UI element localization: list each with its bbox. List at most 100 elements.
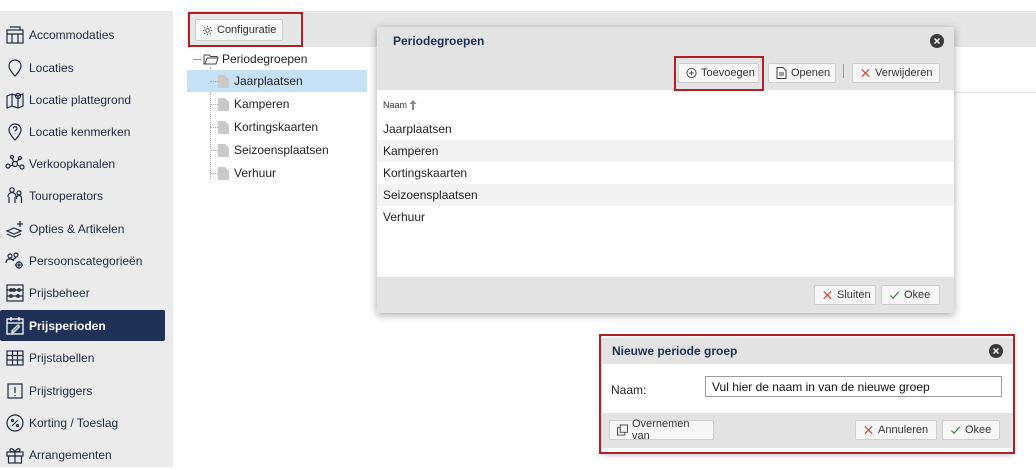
table-icon xyxy=(4,347,26,369)
tree-root[interactable]: Periodegroepen xyxy=(193,51,307,67)
tree-item-label: Jaarplaatsen xyxy=(234,74,303,88)
sidebar: Accommodaties Locaties Locatie plattegro… xyxy=(0,11,173,467)
table-row[interactable]: Kamperen xyxy=(377,140,954,162)
sidebar-item-verkoopkanalen[interactable]: Verkoopkanalen xyxy=(0,148,165,179)
sidebar-item-label: Arrangementen xyxy=(29,447,112,462)
percent-badge-icon xyxy=(4,412,26,434)
folder-open-icon xyxy=(203,52,222,66)
close-icon[interactable] xyxy=(930,34,944,48)
periodegroepen-dialog: Periodegroepen Toevoegen Openen Verwijde… xyxy=(377,27,954,313)
sidebar-item-label: Accommodaties xyxy=(29,27,115,42)
sidebar-item-prijstabellen[interactable]: Prijstabellen xyxy=(0,342,165,373)
toolbar-separator xyxy=(843,64,844,78)
tree-connector xyxy=(193,58,201,60)
location-question-icon xyxy=(4,121,26,143)
cell-naam: Seizoensplaatsen xyxy=(383,188,478,202)
column-header-naam[interactable]: Naam xyxy=(383,100,417,110)
cell-naam: Kamperen xyxy=(383,144,439,158)
sidebar-item-label: Locatie plattegrond xyxy=(29,92,132,107)
verwijderen-button[interactable]: Verwijderen xyxy=(852,63,940,83)
sidebar-item-label: Prijstabellen xyxy=(29,350,95,365)
location-pin-icon xyxy=(4,57,26,79)
sidebar-item-opties-artikelen[interactable]: Opties & Artikelen xyxy=(0,213,165,244)
cell-naam: Verhuur xyxy=(383,210,426,224)
verwijderen-label: Verwijderen xyxy=(875,67,933,79)
copy-icon xyxy=(617,424,632,436)
sidebar-item-korting-toeslag[interactable]: Korting / Toeslag xyxy=(0,407,165,438)
document-icon xyxy=(218,166,234,180)
dialog-header: Periodegroepen xyxy=(377,27,954,55)
sidebar-item-label: Korting / Toeslag xyxy=(29,415,119,430)
document-icon xyxy=(776,67,791,79)
table-row[interactable]: Seizoensplaatsen xyxy=(377,184,954,206)
sidebar-item-locatie-plattegrond[interactable]: Locatie plattegrond xyxy=(0,84,165,115)
sidebar-item-touroperators[interactable]: Touroperators xyxy=(0,180,165,211)
sidebar-item-label: Persoonscategorieën xyxy=(29,253,143,268)
okee-button[interactable]: Okee xyxy=(942,420,1000,440)
sidebar-item-locatie-kenmerken[interactable]: Locatie kenmerken xyxy=(0,116,165,147)
sluiten-label: Sluiten xyxy=(837,289,871,301)
dialog-title: Nieuwe periode groep xyxy=(612,344,738,358)
sidebar-item-prijsperioden[interactable]: Prijsperioden xyxy=(0,310,165,341)
cell-naam: Jaarplaatsen xyxy=(383,122,452,136)
sidebar-item-label: Prijstriggers xyxy=(29,383,93,398)
okee-label: Okee xyxy=(965,424,992,436)
sluiten-button[interactable]: Sluiten xyxy=(814,285,876,305)
calendar-edit-icon xyxy=(4,315,26,337)
sidebar-item-persoonscategorieen[interactable]: Persoonscategorieën xyxy=(0,245,165,276)
people-gear-icon xyxy=(4,250,26,272)
document-icon xyxy=(218,143,234,157)
dialog-header: Nieuwe periode groep xyxy=(602,338,1013,364)
close-icon[interactable] xyxy=(989,344,1003,358)
tree-item[interactable]: Seizoensplaatsen xyxy=(187,139,367,161)
building-icon xyxy=(4,24,26,46)
sidebar-item-accommodaties[interactable]: Accommodaties xyxy=(0,19,165,50)
stack-plus-icon xyxy=(4,218,26,240)
sidebar-item-prijsbeheer[interactable]: Prijsbeheer xyxy=(0,277,165,308)
x-icon xyxy=(863,424,878,436)
tree-item-label: Seizoensplaatsen xyxy=(234,143,329,157)
gift-icon xyxy=(4,444,26,466)
sidebar-item-label: Opties & Artikelen xyxy=(29,221,125,236)
plus-circle-icon xyxy=(686,67,701,79)
tree-item[interactable]: Kortingskaarten xyxy=(187,116,367,138)
sidebar-item-prijstriggers[interactable]: Prijstriggers xyxy=(0,375,165,406)
sidebar-item-label: Locatie kenmerken xyxy=(29,124,131,139)
document-icon xyxy=(218,74,234,88)
dialog-title: Periodegroepen xyxy=(393,34,485,48)
overnemen-van-button[interactable]: Overnemen van xyxy=(609,418,714,442)
table-row[interactable]: Verhuur xyxy=(377,206,954,228)
network-icon xyxy=(4,153,26,175)
tree-item[interactable]: Jaarplaatsen xyxy=(187,70,367,92)
tree-item-label: Kortingskaarten xyxy=(234,120,319,134)
check-icon xyxy=(889,289,904,301)
naam-input[interactable] xyxy=(705,376,1002,397)
column-header-label: Naam xyxy=(383,100,408,110)
nieuwe-periode-groep-dialog: Nieuwe periode groep Naam: Overnemen van… xyxy=(602,338,1013,453)
sidebar-item-arrangementen[interactable]: Arrangementen xyxy=(0,439,165,470)
annuleren-button[interactable]: Annuleren xyxy=(855,420,937,440)
sidebar-item-label: Verkoopkanalen xyxy=(29,156,116,171)
people-icon xyxy=(4,185,26,207)
tree-item[interactable]: Kamperen xyxy=(187,93,367,115)
okee-button[interactable]: Okee xyxy=(881,285,940,305)
sidebar-item-label: Prijsbeheer xyxy=(29,285,90,300)
tree-item[interactable]: Verhuur xyxy=(187,162,367,184)
annuleren-label: Annuleren xyxy=(878,424,929,436)
tree-root-label: Periodegroepen xyxy=(222,52,308,66)
openen-button[interactable]: Openen xyxy=(768,63,836,83)
alert-box-icon xyxy=(4,380,26,402)
sidebar-item-locaties[interactable]: Locaties xyxy=(0,52,165,83)
x-icon xyxy=(822,289,837,301)
overnemen-van-label: Overnemen van xyxy=(632,418,690,442)
table-row[interactable]: Jaarplaatsen xyxy=(377,118,954,140)
map-icon xyxy=(4,89,26,111)
table-row[interactable]: Kortingskaarten xyxy=(377,162,954,184)
abacus-icon xyxy=(4,282,26,304)
toevoegen-button[interactable]: Toevoegen xyxy=(678,63,759,83)
okee-label: Okee xyxy=(904,289,931,301)
tree-item-label: Verhuur xyxy=(234,166,277,180)
configuratie-button[interactable]: Configuratie xyxy=(195,19,283,41)
openen-label: Openen xyxy=(791,67,831,79)
configuratie-label: Configuratie xyxy=(217,24,277,36)
